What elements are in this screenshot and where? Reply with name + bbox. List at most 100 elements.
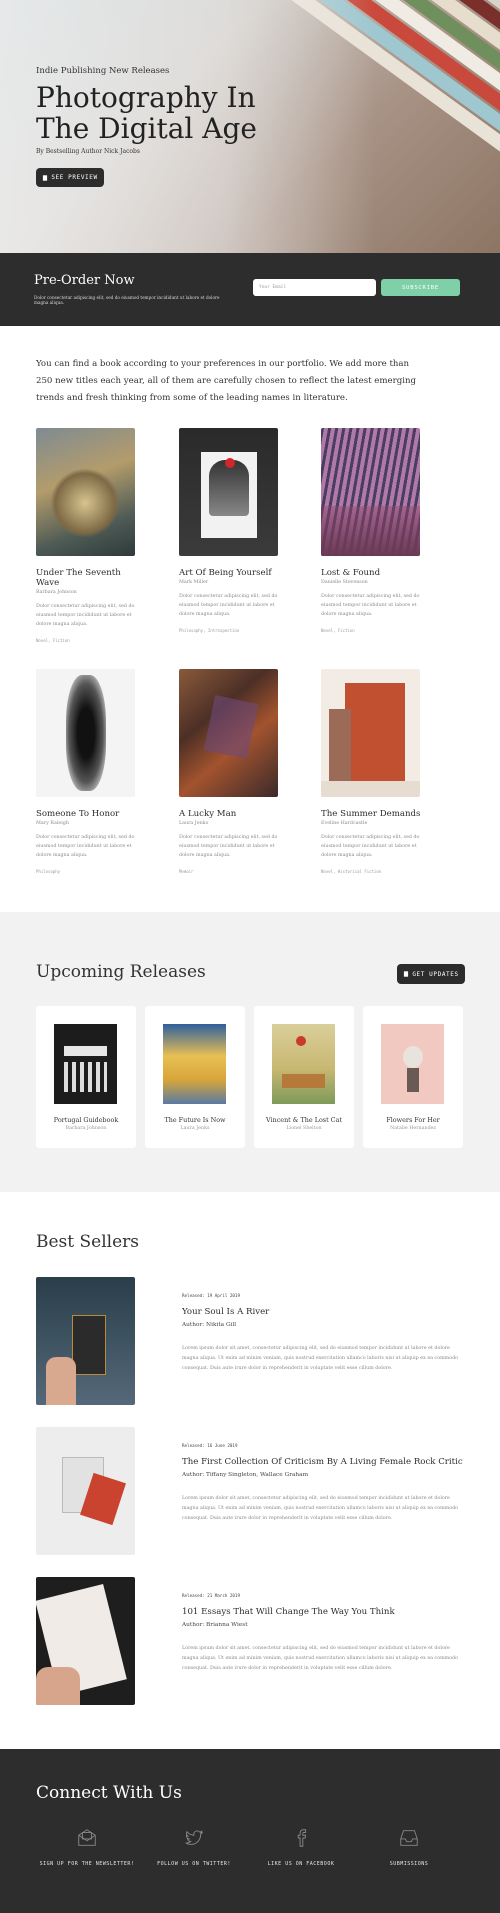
book-cover-image[interactable] — [36, 669, 135, 797]
twitter-link[interactable]: FOLLOW US ON TWITTER! — [139, 1827, 249, 1867]
get-updates-button[interactable]: GET UPDATES — [397, 964, 465, 984]
book-description: Dolor consectetur adipiscing elit, sed d… — [36, 835, 135, 858]
preorder-title: Pre-Order Now — [34, 273, 135, 288]
upcoming-author: Natalie Hernandez — [389, 1126, 437, 1131]
facebook-link[interactable]: LIKE US ON FACEBOOK — [246, 1827, 356, 1867]
facebook-icon — [297, 1829, 307, 1847]
book-title[interactable]: Under The Seventh Wave — [36, 568, 141, 588]
upcoming-title[interactable]: The Future Is Now — [145, 1116, 245, 1124]
hero-byline: By Bestselling Author Nick Jacobs — [36, 148, 140, 155]
upcoming-author: Lionel Shelton — [286, 1126, 322, 1131]
best-seller-item: Released: 19 April 2019 Your Soul Is A R… — [36, 1277, 466, 1405]
book-description: Dolor consectetur adipiscing elit, sed d… — [321, 835, 420, 858]
best-seller-date: Released: 16 June 2019 — [182, 1443, 238, 1448]
book-author: Eveline Hardcastle — [321, 821, 368, 826]
best-seller-description: Lorem ipsum dolor sit amet, consectetur … — [182, 1346, 459, 1371]
book-cover-image[interactable] — [179, 428, 278, 556]
upcoming-card[interactable]: Flowers For Her Natalie Hernandez — [363, 1006, 463, 1148]
book-tags: Novel, Fiction — [321, 628, 355, 633]
book-tags: Novel, Fiction — [36, 638, 70, 643]
document-icon — [404, 971, 409, 977]
twitter-label: FOLLOW US ON TWITTER! — [157, 1861, 231, 1867]
connect-section: Connect With Us SIGN UP FOR THE NEWSLETT… — [0, 1749, 500, 1913]
book-card[interactable]: Under The Seventh Wave Barbara Johnson D… — [36, 428, 141, 643]
book-card[interactable]: Someone To Honor Mary Raleigh Dolor cons… — [36, 669, 141, 874]
book-title[interactable]: Art Of Being Yourself — [179, 568, 284, 578]
best-seller-author: Author: Brianna Wiest — [182, 1622, 248, 1628]
intro-text: You can find a book according to your pr… — [36, 359, 417, 403]
facebook-label: LIKE US ON FACEBOOK — [267, 1861, 335, 1867]
book-tags: Philosophy, Introspection — [179, 628, 240, 633]
book-author: Danielle Stevenson — [321, 580, 368, 585]
book-title[interactable]: The Summer Demands — [321, 809, 426, 819]
document-icon — [43, 174, 48, 181]
hero-title: Photography In The Digital Age — [36, 82, 296, 144]
best-seller-item: Released: 21 March 2019 101 Essays That … — [36, 1577, 466, 1705]
upcoming-title[interactable]: Flowers For Her — [363, 1116, 463, 1124]
upcoming-cover-image[interactable] — [54, 1024, 117, 1104]
best-seller-title[interactable]: The First Collection Of Criticism By A L… — [182, 1457, 463, 1467]
book-cover-image[interactable] — [179, 669, 278, 797]
book-cover-image[interactable] — [321, 428, 420, 556]
envelope-icon — [78, 1829, 96, 1846]
book-card[interactable]: The Summer Demands Eveline Hardcastle Do… — [321, 669, 426, 874]
upcoming-cover-image[interactable] — [272, 1024, 335, 1104]
book-description: Dolor consectetur adipiscing elit, sed d… — [179, 594, 278, 617]
see-preview-label: SEE PREVIEW — [51, 174, 98, 181]
best-seller-description: Lorem ipsum dolor sit amet, consectetur … — [182, 1496, 459, 1521]
newsletter-link[interactable]: SIGN UP FOR THE NEWSLETTER! — [32, 1827, 142, 1867]
upcoming-card[interactable]: Vincent & The Lost Cat Lionel Shelton — [254, 1006, 354, 1148]
get-updates-label: GET UPDATES — [412, 970, 459, 978]
book-tags: Novel, Historical Fiction — [321, 869, 382, 874]
book-title[interactable]: Lost & Found — [321, 568, 426, 578]
upcoming-card[interactable]: The Future Is Now Laura Jenks — [145, 1006, 245, 1148]
book-card[interactable]: Art Of Being Yourself Mark Miller Dolor … — [179, 428, 284, 633]
upcoming-section: Upcoming Releases GET UPDATES Portugal G… — [0, 912, 500, 1192]
best-seller-item: Released: 16 June 2019 The First Collect… — [36, 1427, 466, 1555]
connect-title: Connect With Us — [36, 1783, 182, 1803]
upcoming-title[interactable]: Vincent & The Lost Cat — [254, 1116, 354, 1124]
book-tags: Philosophy — [36, 869, 61, 874]
book-card[interactable]: A Lucky Man Laura Jenks Dolor consectetu… — [179, 669, 284, 874]
preorder-subtitle: Dolor consectetur adipiscing elit, sed d… — [34, 295, 220, 305]
book-author: Barbara Johnson — [36, 590, 77, 595]
email-input[interactable]: Your Email — [253, 279, 376, 296]
upcoming-cover-image[interactable] — [381, 1024, 444, 1104]
best-seller-cover-image[interactable] — [36, 1577, 135, 1705]
submissions-link[interactable]: SUBMISSIONS — [354, 1827, 464, 1867]
upcoming-author: Laura Jenks — [180, 1126, 210, 1131]
submissions-label: SUBMISSIONS — [389, 1861, 429, 1867]
book-card[interactable]: Lost & Found Danielle Stevenson Dolor co… — [321, 428, 426, 633]
best-seller-date: Released: 19 April 2019 — [182, 1293, 240, 1298]
upcoming-title: Upcoming Releases — [36, 962, 206, 982]
best-seller-description: Lorem ipsum dolor sit amet, consectetur … — [182, 1646, 459, 1671]
twitter-icon — [185, 1830, 203, 1845]
book-author: Laura Jenks — [179, 821, 209, 826]
book-cover-image[interactable] — [321, 669, 420, 797]
hero-kicker: Indie Publishing New Releases — [36, 66, 170, 76]
upcoming-card[interactable]: Portugal Guidebook Barbara Johnson — [36, 1006, 136, 1148]
book-title[interactable]: Someone To Honor — [36, 809, 141, 819]
inbox-icon — [400, 1830, 418, 1846]
book-description: Dolor consectetur adipiscing elit, sed d… — [179, 835, 278, 858]
book-tags: Memoir — [179, 869, 194, 874]
best-seller-author: Author: Nikita Gill — [182, 1322, 237, 1328]
best-seller-date: Released: 21 March 2019 — [182, 1593, 240, 1598]
best-seller-title[interactable]: Your Soul Is A River — [182, 1307, 269, 1317]
best-seller-title[interactable]: 101 Essays That Will Change The Way You … — [182, 1607, 395, 1617]
best-seller-author: Author: Tiffany Singleton, Wallace Graha… — [182, 1472, 309, 1478]
see-preview-button[interactable]: SEE PREVIEW — [36, 168, 104, 187]
upcoming-title[interactable]: Portugal Guidebook — [36, 1116, 136, 1124]
book-cover-image[interactable] — [36, 428, 135, 556]
best-seller-cover-image[interactable] — [36, 1277, 135, 1405]
newsletter-label: SIGN UP FOR THE NEWSLETTER! — [39, 1861, 135, 1867]
hero-title-line: Photography In — [36, 81, 256, 114]
book-author: Mary Raleigh — [36, 821, 69, 826]
book-title[interactable]: A Lucky Man — [179, 809, 284, 819]
best-sellers-title: Best Sellers — [36, 1232, 140, 1252]
upcoming-cover-image[interactable] — [163, 1024, 226, 1104]
hero-section: Indie Publishing New Releases Photograph… — [0, 0, 500, 253]
best-seller-cover-image[interactable] — [36, 1427, 135, 1555]
hero-title-line: The Digital Age — [36, 112, 257, 145]
subscribe-button[interactable]: SUBSCRIBE — [381, 279, 460, 296]
